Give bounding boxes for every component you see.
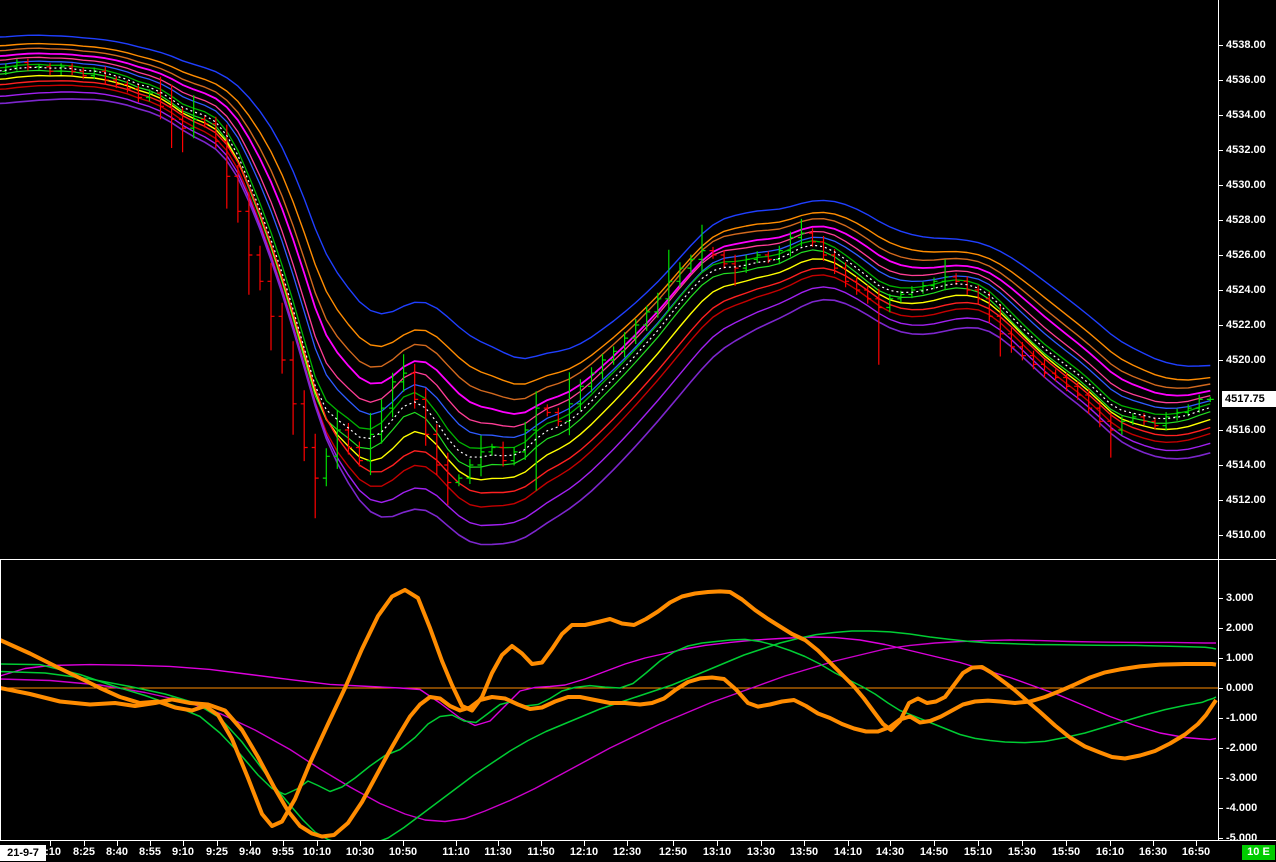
price-axis-label: 4516.00 xyxy=(1226,424,1266,436)
price-axis-label: 4522.00 xyxy=(1226,319,1266,331)
time-axis-label: 13:10 xyxy=(702,846,732,858)
osc-green-slow xyxy=(0,630,1217,840)
osc-axis-tick xyxy=(1219,657,1223,659)
price-axis-tick xyxy=(1219,114,1223,116)
price-axis-label: 4534.00 xyxy=(1226,109,1266,121)
price-axis-label: 4536.00 xyxy=(1226,74,1266,86)
osc-axis-label: -3.000 xyxy=(1226,772,1258,784)
price-axis-label: 4530.00 xyxy=(1226,179,1266,191)
osc-axis-tick xyxy=(1219,627,1223,629)
chart-window: 21-9-7 4517.75 10 E 4538.00 4536.00 4534.0… xyxy=(0,0,1276,862)
price-panel[interactable] xyxy=(0,0,1219,559)
osc-axis-label: 0.000 xyxy=(1226,682,1254,694)
price-axis-tick xyxy=(1219,79,1223,81)
price-axis-tick xyxy=(1219,534,1223,536)
osc-axis-label: 3.000 xyxy=(1226,592,1254,604)
osc-axis-tick xyxy=(1219,777,1223,779)
time-axis-label: 14:50 xyxy=(919,846,949,858)
osc-axis-label: -2.000 xyxy=(1226,742,1258,754)
price-axis-label: 4520.00 xyxy=(1226,354,1266,366)
study-badge[interactable]: 10 E xyxy=(1242,845,1275,860)
price-axis-label: 4524.00 xyxy=(1226,284,1266,296)
price-axis-label: 4538.00 xyxy=(1226,39,1266,51)
osc-orange-fast xyxy=(0,587,1218,828)
time-axis-label: 9:55 xyxy=(271,846,295,858)
price-axis-tick xyxy=(1219,429,1223,431)
band-purple xyxy=(0,91,1211,527)
time-axis-label: 14:30 xyxy=(875,846,905,858)
time-axis-label: 11:30 xyxy=(484,846,512,858)
time-axis-label: 8:25 xyxy=(72,846,96,858)
band-dark-orange xyxy=(0,47,1211,401)
price-axis-label: 4512.00 xyxy=(1226,494,1266,506)
axis-separator-line xyxy=(1218,0,1219,841)
osc-axis-tick xyxy=(1219,717,1223,719)
time-axis-label: 8:10 xyxy=(38,846,62,858)
time-axis-divider-line xyxy=(0,840,1276,841)
time-axis-label: 10:10 xyxy=(302,846,332,858)
osc-axis-label: -1.000 xyxy=(1226,712,1258,724)
osc-axis-tick xyxy=(1219,687,1223,689)
osc-axis-tick xyxy=(1219,807,1223,809)
osc-axis-label: 2.000 xyxy=(1226,622,1254,634)
price-axis-tick xyxy=(1219,149,1223,151)
time-axis-label: 13:30 xyxy=(746,846,776,858)
osc-axis-label: -4.000 xyxy=(1226,802,1258,814)
osc-axis-label: 1.000 xyxy=(1226,652,1254,664)
band-green xyxy=(0,63,1211,449)
price-axis-tick xyxy=(1219,359,1223,361)
time-axis-label: 12:30 xyxy=(612,846,642,858)
time-axis-label: 15:50 xyxy=(1051,846,1081,858)
band-red xyxy=(0,80,1211,494)
price-axis-tick xyxy=(1219,464,1223,466)
time-axis-label: 11:50 xyxy=(527,846,555,858)
time-axis-label: 9:25 xyxy=(205,846,229,858)
time-axis-label: 13:50 xyxy=(789,846,819,858)
time-axis-label: 10:50 xyxy=(388,846,418,858)
price-axis-tick xyxy=(1219,219,1223,221)
band-yellow xyxy=(0,74,1211,481)
panel-divider-line[interactable] xyxy=(0,559,1276,560)
price-axis-label: 4528.00 xyxy=(1226,214,1266,226)
time-axis-label: 14:10 xyxy=(833,846,863,858)
time-axis-label: 16:10 xyxy=(1095,846,1125,858)
time-axis-label: 9:10 xyxy=(171,846,195,858)
price-axis-label: 4532.00 xyxy=(1226,144,1266,156)
time-axis-label: 15:30 xyxy=(1007,846,1037,858)
price-axis-tick xyxy=(1219,254,1223,256)
time-axis-label: 16:30 xyxy=(1138,846,1168,858)
osc-axis-tick xyxy=(1219,747,1223,749)
band-orange xyxy=(0,42,1211,385)
osc-orange-slow xyxy=(0,662,1217,839)
price-axis-tick xyxy=(1219,324,1223,326)
last-price-label: 4517.75 xyxy=(1222,391,1276,407)
time-axis-label: 12:10 xyxy=(569,846,599,858)
time-axis-label: 11:10 xyxy=(442,846,470,858)
price-axis-tick xyxy=(1219,184,1223,186)
indicator-panel-left-border xyxy=(0,560,1,840)
indicator-panel[interactable] xyxy=(0,560,1219,840)
time-axis-label: 15:10 xyxy=(963,846,993,858)
time-axis-label: 9:40 xyxy=(238,846,262,858)
osc-axis-tick xyxy=(1219,837,1223,839)
ma-white-dotted xyxy=(0,66,1211,458)
time-axis-label: 12:50 xyxy=(658,846,688,858)
price-axis-label: 4510.00 xyxy=(1226,529,1266,541)
price-axis-tick xyxy=(1219,44,1223,46)
price-axis-label: 4526.00 xyxy=(1226,249,1266,261)
time-axis-label: 8:55 xyxy=(138,846,162,858)
osc-axis-tick xyxy=(1219,597,1223,599)
price-axis-label: 4514.00 xyxy=(1226,459,1266,471)
time-axis-label: 8:40 xyxy=(105,846,129,858)
osc-axis-label: -5.000 xyxy=(1226,832,1258,844)
osc-green-fast xyxy=(0,638,1217,796)
time-axis-label: 10:30 xyxy=(345,846,375,858)
band-violet xyxy=(0,98,1211,546)
time-axis-label: 16:50 xyxy=(1181,846,1211,858)
price-axis-tick xyxy=(1219,289,1223,291)
price-axis-tick xyxy=(1219,499,1223,501)
